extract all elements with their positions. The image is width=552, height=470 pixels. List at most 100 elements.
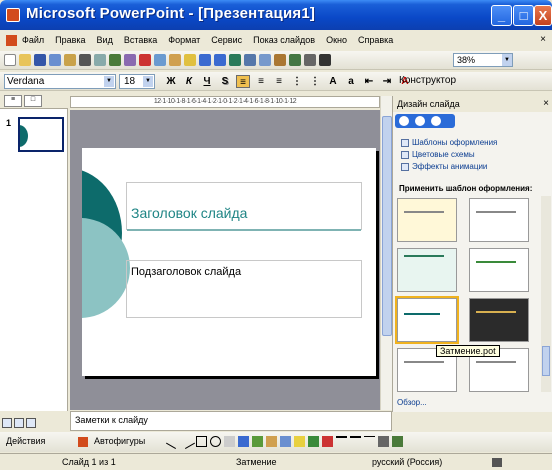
template-thumbnail[interactable] [397, 198, 457, 242]
actions-menu[interactable]: Действия [6, 436, 45, 446]
line-color-icon[interactable] [308, 436, 319, 447]
increase-font-icon[interactable]: A [326, 75, 340, 88]
browse-link[interactable]: Обзор... [397, 398, 427, 407]
maximize-button[interactable]: □ [513, 5, 534, 26]
font-select[interactable]: Verdana ▼ [4, 74, 116, 89]
chevron-down-icon[interactable]: ▼ [502, 54, 512, 66]
wordart-icon[interactable] [238, 436, 249, 447]
chevron-down-icon[interactable]: ▼ [104, 76, 114, 87]
forward-icon[interactable] [415, 116, 425, 126]
diagram-icon[interactable] [252, 436, 263, 447]
scroll-thumb[interactable] [382, 116, 392, 336]
bullets-icon[interactable]: ⋮ [308, 75, 322, 88]
close-document-icon[interactable]: × [540, 34, 546, 45]
line-icon[interactable] [165, 433, 182, 450]
undo-icon[interactable] [199, 54, 211, 66]
table-icon[interactable] [244, 54, 256, 66]
print-icon[interactable] [79, 54, 91, 66]
zoom-select[interactable]: 38% ▼ [453, 53, 513, 67]
redo-icon[interactable] [214, 54, 226, 66]
design-templates-link[interactable]: Шаблоны оформления [401, 138, 497, 147]
line-style-icon[interactable] [336, 436, 347, 447]
cut-icon[interactable] [139, 54, 151, 66]
clipart-icon[interactable] [266, 436, 277, 447]
spelling-status-icon[interactable] [492, 458, 502, 467]
select-objects-icon[interactable] [78, 437, 88, 447]
new-icon[interactable] [4, 54, 16, 66]
paste-icon[interactable] [169, 54, 181, 66]
research-icon[interactable] [124, 54, 136, 66]
title-placeholder[interactable]: Заголовок слайда [126, 182, 362, 231]
shadow-style-icon[interactable] [378, 436, 389, 447]
close-icon[interactable]: × [543, 98, 549, 109]
close-button[interactable]: X [534, 5, 552, 26]
numbering-icon[interactable]: ⋮ [290, 75, 304, 88]
menu-format[interactable]: Формат [168, 35, 200, 45]
format-painter-icon[interactable] [184, 54, 196, 66]
align-center-icon[interactable]: ≡ [254, 75, 268, 88]
template-thumbnail[interactable] [397, 248, 457, 292]
oval-icon[interactable] [210, 436, 221, 447]
increase-indent-icon[interactable]: ⇥ [380, 75, 394, 88]
design-button[interactable]: Конструктор [399, 75, 456, 86]
decrease-indent-icon[interactable]: ⇤ [362, 75, 376, 88]
italic-button[interactable]: К [182, 75, 196, 88]
menu-insert[interactable]: Вставка [124, 35, 157, 45]
email-icon[interactable] [64, 54, 76, 66]
fill-color-icon[interactable] [294, 436, 305, 447]
expand-all-icon[interactable] [289, 54, 301, 66]
bold-button[interactable]: Ж [164, 75, 178, 88]
shadow-button[interactable]: S [218, 75, 232, 88]
normal-view-icon[interactable] [2, 418, 12, 428]
show-formatting-icon[interactable] [304, 54, 316, 66]
template-thumbnail[interactable] [469, 298, 529, 342]
underline-button[interactable]: Ч [200, 75, 214, 88]
chart-icon[interactable] [229, 54, 241, 66]
template-thumbnail[interactable] [469, 198, 529, 242]
document-icon[interactable] [6, 35, 17, 46]
menu-file[interactable]: Файл [22, 35, 44, 45]
decrease-font-icon[interactable]: a [344, 75, 358, 88]
powerpoint-app-icon[interactable] [6, 8, 20, 22]
chevron-down-icon[interactable]: ▼ [143, 76, 153, 87]
template-thumbnail[interactable] [469, 248, 529, 292]
scroll-thumb[interactable] [542, 346, 550, 376]
menu-view[interactable]: Вид [97, 35, 113, 45]
align-left-icon[interactable]: ≡ [236, 75, 250, 88]
spelling-icon[interactable] [109, 54, 121, 66]
dash-style-icon[interactable] [350, 436, 361, 447]
tables-borders-icon[interactable] [259, 54, 271, 66]
vertical-scrollbar[interactable] [380, 96, 392, 410]
slide-canvas[interactable]: Заголовок слайда Подзаголовок слайда [82, 148, 376, 376]
3d-style-icon[interactable] [392, 436, 403, 447]
font-size-select[interactable]: 18 ▼ [119, 74, 155, 89]
arrow-style-icon[interactable] [364, 436, 375, 447]
grayscale-icon[interactable] [319, 54, 331, 66]
outline-tab[interactable]: ≡ [4, 95, 22, 107]
permission-icon[interactable] [49, 54, 61, 66]
preview-icon[interactable] [94, 54, 106, 66]
open-icon[interactable] [19, 54, 31, 66]
minimize-button[interactable]: _ [491, 5, 512, 26]
task-pane-scrollbar[interactable] [541, 196, 551, 392]
animation-schemes-link[interactable]: Эффекты анимации [401, 162, 497, 171]
slide-sorter-icon[interactable] [14, 418, 24, 428]
textbox-icon[interactable] [224, 436, 235, 447]
menu-tools[interactable]: Сервис [211, 35, 242, 45]
align-right-icon[interactable]: ≡ [272, 75, 286, 88]
slides-tab[interactable]: □ [24, 95, 42, 107]
font-color-icon[interactable] [322, 436, 333, 447]
slide-thumbnail[interactable] [18, 117, 64, 152]
menu-help[interactable]: Справка [358, 35, 393, 45]
color-schemes-link[interactable]: Цветовые схемы [401, 150, 497, 159]
subtitle-placeholder[interactable]: Подзаголовок слайда [126, 260, 362, 318]
save-icon[interactable] [34, 54, 46, 66]
insert-table-icon[interactable] [274, 54, 286, 66]
autoshapes-menu[interactable]: Автофигуры [94, 436, 145, 446]
slideshow-icon[interactable] [26, 418, 36, 428]
back-icon[interactable] [399, 116, 409, 126]
rectangle-icon[interactable] [196, 436, 207, 447]
home-icon[interactable] [431, 116, 441, 126]
menu-edit[interactable]: Правка [55, 35, 85, 45]
task-pane-title[interactable]: Дизайн слайда [397, 99, 460, 109]
